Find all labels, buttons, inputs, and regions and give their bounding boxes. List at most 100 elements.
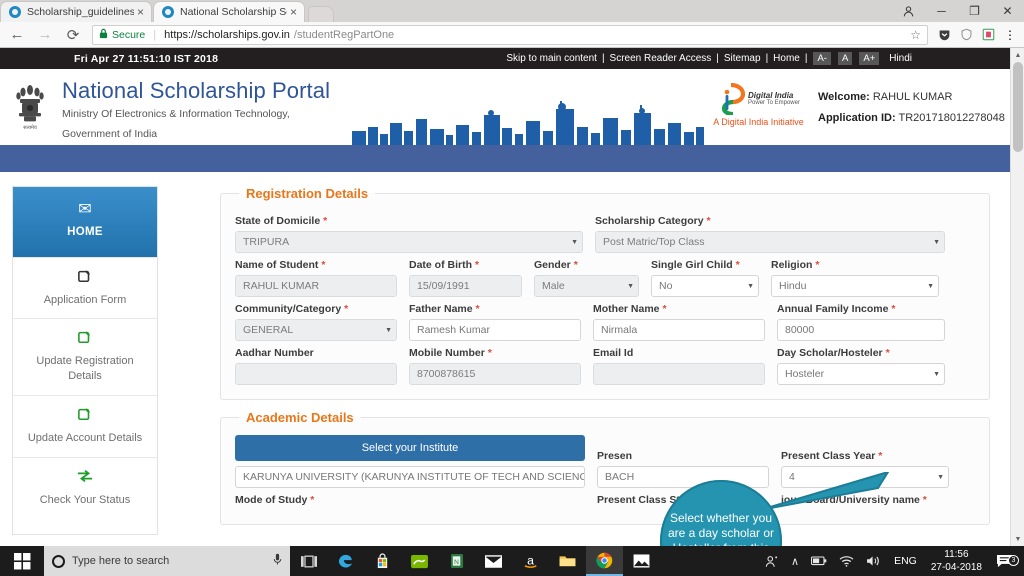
chrome-icon[interactable] <box>586 546 623 576</box>
digital-india-wordmark: Digital India Power To Empower <box>748 90 800 107</box>
notification-count-badge: 3 <box>1008 554 1019 566</box>
annual-family-income-input[interactable]: 80000 <box>777 319 945 341</box>
scholarship-category-select[interactable]: Post Matric/Top Class ▼ <box>595 231 945 253</box>
search-input[interactable]: Type here to search <box>72 555 266 567</box>
field-value: RAHUL KUMAR <box>243 280 320 292</box>
field-state-of-domicile: State of Domicile * TRIPURA ▼ <box>235 215 583 253</box>
hindi-language-link[interactable]: Hindi <box>889 53 912 64</box>
bookmark-star-icon[interactable]: ☆ <box>910 28 921 42</box>
profile-icon[interactable] <box>891 0 925 22</box>
institute-select[interactable]: KARUNYA UNIVERSITY (KARUNYA INSTITUTE OF… <box>235 466 585 488</box>
maximize-button[interactable]: ❐ <box>958 0 991 22</box>
new-tab-button[interactable] <box>308 6 334 22</box>
photos-icon[interactable] <box>623 546 660 576</box>
sidebar-item-update-account-details[interactable]: Update Account Details <box>13 396 157 458</box>
chevron-down-icon: ▼ <box>937 473 944 481</box>
battery-icon[interactable] <box>805 546 833 576</box>
browser-tab-1[interactable]: Scholarship_guidelines_ × <box>0 1 152 22</box>
mother-name-input[interactable]: Nirmala <box>593 319 765 341</box>
welcome-user-name: RAHUL KUMAR <box>872 91 953 103</box>
state-of-domicile-select[interactable]: TRIPURA ▼ <box>235 231 583 253</box>
browser-tab-2[interactable]: National Scholarship Sch × <box>153 1 305 22</box>
sidebar-item-home[interactable]: ✉ HOME <box>13 187 157 258</box>
field-value: 8700878615 <box>417 368 476 380</box>
community-category-select[interactable]: GENERAL ▼ <box>235 319 397 341</box>
minimize-button[interactable]: ─ <box>925 0 958 22</box>
email-id-input[interactable] <box>593 363 765 385</box>
field-value: Hindu <box>779 280 807 292</box>
page-viewport: Fri Apr 27 11:51:10 IST 2018 Skip to mai… <box>0 48 1024 546</box>
field-label: Mode of Study * <box>235 494 315 506</box>
people-icon[interactable] <box>759 546 785 576</box>
shield-extension-icon[interactable] <box>956 24 976 46</box>
microphone-icon[interactable] <box>273 553 282 569</box>
taskbar-search-box[interactable]: Type here to search <box>44 546 290 576</box>
edge-icon[interactable] <box>327 546 364 576</box>
volume-icon[interactable] <box>860 546 887 576</box>
tab-close-icon[interactable]: × <box>134 5 147 19</box>
close-window-button[interactable]: ✕ <box>991 0 1024 22</box>
digital-india-logo: Digital India Power To Empower A Digital… <box>706 83 811 127</box>
sidebar-item-application-form[interactable]: Application Form <box>13 258 157 320</box>
welcome-row: Welcome: RAHUL KUMAR <box>818 91 1005 103</box>
day-scholar-hosteler-select[interactable]: Hosteler ▼ <box>777 363 945 385</box>
font-increase-button[interactable]: A+ <box>859 52 880 65</box>
field-value: Male <box>542 280 565 292</box>
action-center-icon[interactable]: 3 <box>989 554 1020 569</box>
task-view-icon[interactable] <box>290 546 327 576</box>
font-normal-button[interactable]: A <box>837 52 853 65</box>
aadhar-number-input[interactable] <box>235 363 397 385</box>
field-value: Nirmala <box>601 324 638 336</box>
field-label: Present Class Year * <box>781 450 883 462</box>
field-label: Community/Category * <box>235 303 349 315</box>
registration-details-panel: Registration Details State of Domicile *… <box>220 186 990 400</box>
browser-menu-icon[interactable]: ⋮ <box>1000 24 1020 46</box>
screen-reader-access-link[interactable]: Screen Reader Access <box>610 53 712 64</box>
tab-close-icon[interactable]: × <box>287 5 300 19</box>
sidebar-item-label: Update Registration Details <box>36 355 134 383</box>
onenote-icon[interactable]: N <box>438 546 475 576</box>
notes-extension-icon[interactable] <box>978 24 998 46</box>
scroll-up-icon[interactable]: ▲ <box>1011 48 1024 62</box>
taskbar-clock[interactable]: 11:56 27-04-2018 <box>924 548 989 575</box>
forward-icon[interactable]: → <box>32 23 58 47</box>
amazon-icon[interactable]: a <box>512 546 549 576</box>
skip-to-main-content-link[interactable]: Skip to main content <box>506 53 597 64</box>
reload-icon[interactable]: ⟳ <box>60 23 86 47</box>
utility-links: Skip to main content | Screen Reader Acc… <box>506 52 912 65</box>
sitemap-link[interactable]: Sitemap <box>724 53 761 64</box>
gender-select[interactable]: Male ▼ <box>534 275 639 297</box>
sidebar-item-check-your-status[interactable]: Check Your Status <box>13 458 157 519</box>
name-of-student-input[interactable]: RAHUL KUMAR <box>235 275 397 297</box>
microsoft-store-icon[interactable] <box>364 546 401 576</box>
home-link[interactable]: Home <box>773 53 800 64</box>
field-label: State of Domicile * <box>235 215 328 227</box>
file-explorer-icon[interactable] <box>549 546 586 576</box>
font-decrease-button[interactable]: A- <box>813 52 831 65</box>
father-name-input[interactable]: Ramesh Kumar <box>409 319 581 341</box>
select-your-institute-button[interactable]: Select your Institute <box>235 435 585 461</box>
address-bar[interactable]: Secure | https://scholarships.gov.in/stu… <box>92 24 928 45</box>
field-gender: Gender * Male ▼ <box>534 259 639 297</box>
pocket-extension-icon[interactable] <box>934 24 954 46</box>
field-aadhar-number: Aadhar Number <box>235 347 397 385</box>
browser-tab-strip: Scholarship_guidelines_ × National Schol… <box>0 0 1024 22</box>
page-scrollbar[interactable]: ▲ ▼ <box>1010 48 1024 546</box>
date-of-birth-input[interactable]: 15/09/1991 <box>409 275 522 297</box>
single-girl-child-select[interactable]: No ▼ <box>651 275 759 297</box>
religion-select[interactable]: Hindu ▼ <box>771 275 939 297</box>
start-button-icon[interactable] <box>0 546 44 576</box>
language-indicator[interactable]: ENG <box>887 555 924 567</box>
back-icon[interactable]: ← <box>4 23 30 47</box>
sidebar-item-update-registration-details[interactable]: Update Registration Details <box>13 319 157 397</box>
clock-date: 27-04-2018 <box>930 562 982 573</box>
wifi-icon[interactable] <box>833 546 860 576</box>
mobile-number-input[interactable]: 8700878615 <box>409 363 581 385</box>
weather-icon[interactable] <box>401 546 438 576</box>
scrollbar-thumb[interactable] <box>1013 62 1023 152</box>
scroll-down-icon[interactable]: ▼ <box>1011 532 1024 546</box>
mail-icon[interactable] <box>475 546 512 576</box>
show-hidden-icons-chevron-icon[interactable]: ∧ <box>785 546 805 576</box>
field-father-name: Father Name * Ramesh Kumar <box>409 303 581 341</box>
field-date-of-birth: Date of Birth * 15/09/1991 <box>409 259 522 297</box>
